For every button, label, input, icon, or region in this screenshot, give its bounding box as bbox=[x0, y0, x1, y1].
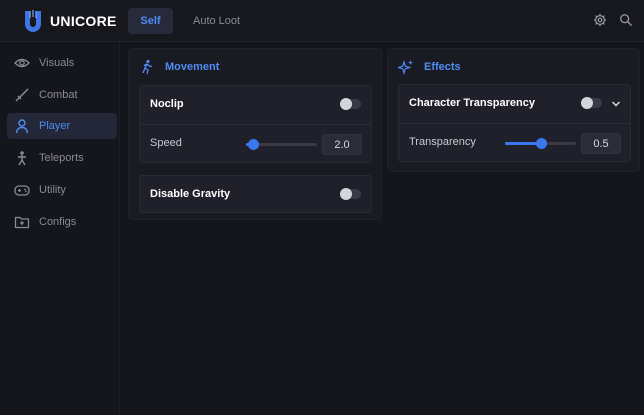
sidebar-item-utility[interactable]: Utility bbox=[7, 177, 117, 203]
sidebar-item-player[interactable]: Player bbox=[7, 113, 117, 139]
sidebar-item-teleports[interactable]: Teleports bbox=[7, 145, 117, 171]
panel-title: Effects bbox=[424, 61, 461, 73]
top-bar: UNICORE Self Auto Loot bbox=[0, 0, 644, 42]
disable-gravity-toggle[interactable] bbox=[340, 188, 361, 200]
gravity-card: Disable Gravity bbox=[139, 175, 372, 213]
transparency-slider[interactable] bbox=[505, 138, 576, 149]
brand-title: UNICORE bbox=[50, 13, 117, 29]
gear-icon[interactable] bbox=[593, 13, 607, 27]
disable-gravity-label: Disable Gravity bbox=[150, 188, 231, 200]
sidebar-item-label: Utility bbox=[39, 184, 66, 196]
chevron-down-icon[interactable] bbox=[611, 99, 621, 109]
movement-card: Noclip Speed 2.0 bbox=[139, 85, 372, 163]
teleport-icon bbox=[18, 151, 26, 166]
sidebar-item-label: Teleports bbox=[39, 152, 84, 164]
app-window: UNICORE Self Auto Loot Visuals Combat Pl… bbox=[0, 0, 644, 415]
folder-icon bbox=[14, 216, 30, 229]
toggle-knob bbox=[340, 188, 352, 200]
noclip-label: Noclip bbox=[150, 98, 184, 110]
search-icon[interactable] bbox=[619, 13, 633, 27]
gamepad-icon bbox=[14, 185, 30, 196]
sidebar-item-combat[interactable]: Combat bbox=[7, 82, 117, 108]
effects-panel: Effects Character Transparency Transpare… bbox=[387, 48, 640, 172]
panel-title: Movement bbox=[165, 61, 220, 73]
running-person-icon bbox=[142, 59, 153, 75]
unicore-logo-icon bbox=[25, 10, 41, 32]
eye-icon bbox=[14, 58, 30, 68]
character-transparency-toggle[interactable] bbox=[581, 97, 602, 109]
transparency-card: Character Transparency Transparency 0.5 bbox=[398, 84, 631, 162]
sidebar-item-label: Player bbox=[39, 120, 71, 132]
disable-gravity-row: Disable Gravity bbox=[140, 176, 371, 214]
movement-panel: Movement Noclip Speed 2.0 Disable Gravit… bbox=[128, 48, 382, 220]
sidebar-item-label: Configs bbox=[39, 216, 77, 228]
sword-icon bbox=[15, 88, 29, 102]
character-transparency-label: Character Transparency bbox=[409, 97, 535, 109]
speed-slider[interactable] bbox=[246, 139, 317, 150]
transparency-label: Transparency bbox=[409, 136, 476, 148]
slider-thumb[interactable] bbox=[535, 138, 547, 149]
character-transparency-row: Character Transparency bbox=[399, 85, 630, 123]
toggle-knob bbox=[581, 97, 593, 109]
noclip-toggle[interactable] bbox=[340, 98, 361, 110]
user-icon bbox=[15, 119, 29, 134]
tab-auto-loot[interactable]: Auto Loot bbox=[180, 8, 253, 34]
slider-thumb[interactable] bbox=[248, 139, 260, 150]
sidebar-item-configs[interactable]: Configs bbox=[7, 209, 117, 235]
sparkles-icon bbox=[398, 59, 413, 75]
sidebar-item-visuals[interactable]: Visuals bbox=[7, 50, 117, 76]
sidebar-item-label: Visuals bbox=[39, 57, 75, 69]
speed-row: Speed 2.0 bbox=[140, 124, 371, 162]
toggle-knob bbox=[340, 98, 352, 110]
sidebar-item-label: Combat bbox=[39, 89, 78, 101]
transparency-value[interactable]: 0.5 bbox=[581, 133, 621, 154]
sidebar: Visuals Combat Player Teleports Utility … bbox=[0, 42, 120, 415]
speed-value[interactable]: 2.0 bbox=[322, 134, 362, 155]
noclip-row: Noclip bbox=[140, 86, 371, 124]
tab-self[interactable]: Self bbox=[128, 8, 173, 34]
transparency-row: Transparency 0.5 bbox=[399, 123, 630, 161]
speed-label: Speed bbox=[150, 137, 182, 149]
